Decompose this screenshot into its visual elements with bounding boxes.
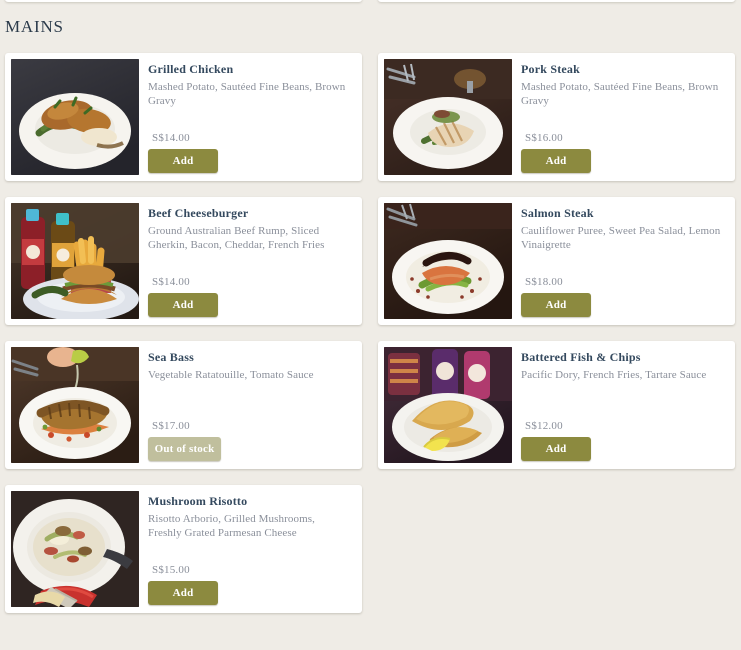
menu-item-name: Pork Steak (521, 62, 580, 76)
beef-cheeseburger-photo[interactable] (11, 203, 139, 319)
menu-item-name: Battered Fish & Chips (521, 350, 641, 364)
add-to-order-button[interactable]: Add (521, 437, 591, 461)
grilled-chicken-photo[interactable] (11, 59, 139, 175)
menu-item-price: S$14.00 (152, 276, 190, 288)
page-title: MAINS (5, 17, 64, 36)
menu-item-price: S$12.00 (525, 420, 563, 432)
menu-item-price: S$14.00 (152, 132, 190, 144)
menu-item-grid: Grilled Chicken Mashed Potato, Sautéed Fi… (0, 53, 741, 613)
sea-bass-photo[interactable] (11, 347, 139, 463)
menu-item-description: Ground Australian Beef Rump, Sliced Gher… (148, 225, 325, 251)
menu-item-description: Vegetable Ratatouille, Tomato Sauce (148, 369, 314, 381)
out-of-stock-button: Out of stock (148, 437, 221, 461)
menu-item-card[interactable]: Grilled Chicken Mashed Potato, Sautéed Fi… (5, 53, 362, 181)
menu-item-name: Mushroom Risotto (148, 494, 248, 508)
mushroom-risotto-photo[interactable] (11, 491, 139, 607)
menu-item-description: Mashed Potato, Sautéed Fine Beans, Brown… (148, 81, 346, 107)
menu-item-details: Battered Fish & Chips Pacific Dory, Frenc… (512, 347, 729, 463)
menu-item-card[interactable]: Mushroom Risotto Risotto Arborio, Grilled… (5, 485, 362, 613)
battered-fish-and-chips-photo[interactable] (384, 347, 512, 463)
menu-item-card[interactable]: Battered Fish & Chips Pacific Dory, Frenc… (378, 341, 735, 469)
menu-item-details: Salmon Steak Cauliflower Puree, Sweet Pea… (512, 203, 729, 319)
add-to-order-button[interactable]: Add (148, 293, 218, 317)
menu-item-description: Cauliflower Puree, Sweet Pea Salad, Lemo… (521, 225, 721, 251)
menu-item-description: Mashed Potato, Sautéed Fine Beans, Brown… (521, 81, 719, 107)
menu-item-details: Beef Cheeseburger Ground Australian Beef … (139, 203, 356, 319)
pork-steak-photo[interactable] (384, 59, 512, 175)
menu-item-footer: S$14.00 Add (148, 276, 347, 317)
menu-section-mains: MAINS Grilled Chicken Mashed Potato, Sau… (0, 0, 741, 613)
menu-item-price: S$18.00 (525, 276, 563, 288)
menu-item-footer: S$16.00 Add (521, 132, 720, 173)
add-to-order-button[interactable]: Add (148, 149, 218, 173)
salmon-steak-photo[interactable] (384, 203, 512, 319)
menu-item-description: Pacific Dory, French Fries, Tartare Sauc… (521, 369, 707, 381)
menu-item-footer: S$15.00 Add (148, 564, 347, 605)
menu-item-price: S$15.00 (152, 564, 190, 576)
add-to-order-button[interactable]: Add (148, 581, 218, 605)
menu-item-footer: S$17.00 Out of stock (148, 420, 347, 461)
menu-item-footer: S$14.00 Add (148, 132, 347, 173)
add-to-order-button[interactable]: Add (521, 149, 591, 173)
menu-item-name: Grilled Chicken (148, 62, 234, 76)
menu-item-card[interactable]: Beef Cheeseburger Ground Australian Beef … (5, 197, 362, 325)
menu-item-footer: S$12.00 Add (521, 420, 720, 461)
menu-item-name: Sea Bass (148, 350, 194, 364)
menu-item-details: Grilled Chicken Mashed Potato, Sautéed Fi… (139, 59, 356, 175)
menu-item-price: S$17.00 (152, 420, 190, 432)
menu-item-details: Sea Bass Vegetable Ratatouille, Tomato Sa… (139, 347, 356, 463)
menu-item-footer: S$18.00 Add (521, 276, 720, 317)
menu-item-description: Risotto Arborio, Grilled Mushrooms, Fres… (148, 513, 315, 539)
menu-item-details: Pork Steak Mashed Potato, Sautéed Fine Be… (512, 59, 729, 175)
menu-item-card[interactable]: Salmon Steak Cauliflower Puree, Sweet Pea… (378, 197, 735, 325)
menu-item-price: S$16.00 (525, 132, 563, 144)
menu-item-card[interactable]: Pork Steak Mashed Potato, Sautéed Fine Be… (378, 53, 735, 181)
menu-item-name: Salmon Steak (521, 206, 594, 220)
menu-item-card[interactable]: Sea Bass Vegetable Ratatouille, Tomato Sa… (5, 341, 362, 469)
menu-item-name: Beef Cheeseburger (148, 206, 249, 220)
menu-item-details: Mushroom Risotto Risotto Arborio, Grilled… (139, 491, 356, 607)
add-to-order-button[interactable]: Add (521, 293, 591, 317)
